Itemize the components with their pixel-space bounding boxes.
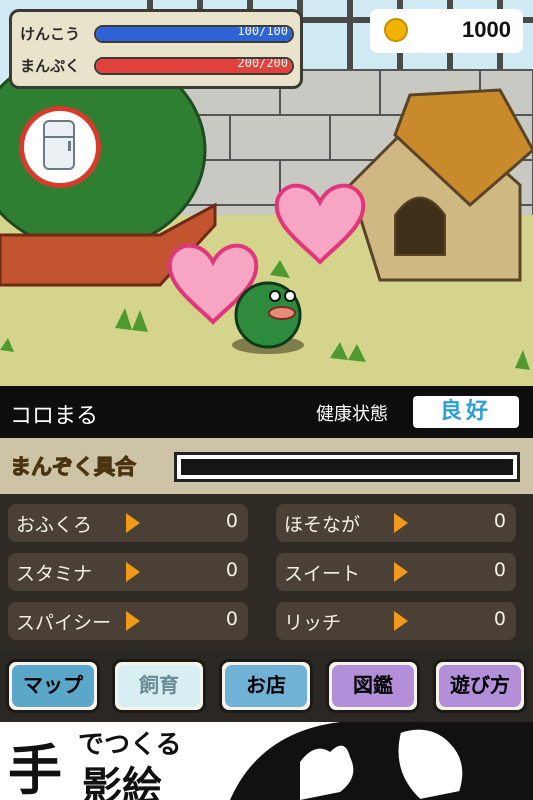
nav-shop-button[interactable]: お店 bbox=[219, 659, 313, 713]
arrow-right-icon bbox=[394, 611, 408, 631]
banner-title-te: 手 bbox=[8, 738, 62, 800]
nav-map-button[interactable]: マップ bbox=[6, 659, 100, 713]
coin-icon bbox=[384, 18, 408, 42]
health-bar: 100/100 bbox=[94, 25, 294, 43]
stat-value: 0 bbox=[225, 608, 238, 630]
arrow-right-icon bbox=[394, 513, 408, 533]
bottom-nav: マップ 飼育 お店 図鑑 遊び方 bbox=[0, 650, 533, 722]
arrow-right-icon bbox=[126, 562, 140, 582]
fullness-label: まんぷく bbox=[20, 56, 81, 75]
nav-howto-button[interactable]: 遊び方 bbox=[433, 659, 527, 713]
stat-label: スパイシー bbox=[16, 612, 112, 634]
stat-value: 0 bbox=[225, 559, 238, 581]
ad-banner[interactable]: 手 でつくる 影絵 bbox=[0, 722, 533, 800]
nav-raise-label: 飼育 bbox=[139, 673, 179, 697]
nav-encyclopedia-label: 図鑑 bbox=[353, 673, 393, 697]
stat-spicy: スパイシー 0 bbox=[8, 602, 248, 640]
health-status-badge: 良好 bbox=[413, 396, 519, 428]
satisfaction-label: まんぞく具合 bbox=[10, 455, 137, 480]
health-value: 100/100 bbox=[237, 25, 288, 38]
stat-value: 0 bbox=[493, 510, 506, 532]
flavor-stats: おふくろ 0 ほそなが 0 スタミナ 0 スイート 0 スパイシー 0 リッチ … bbox=[0, 494, 533, 650]
coin-counter: 1000 bbox=[370, 9, 523, 53]
nav-map-label: マップ bbox=[23, 673, 83, 697]
pet-name: コロまる bbox=[10, 404, 99, 429]
arrow-right-icon bbox=[126, 611, 140, 631]
stat-value: 0 bbox=[493, 559, 506, 581]
coin-amount: 1000 bbox=[462, 17, 511, 42]
health-row: けんこう bbox=[20, 22, 94, 44]
stat-value: 0 bbox=[493, 608, 506, 630]
nav-raise-button[interactable]: 飼育 bbox=[112, 659, 206, 713]
nav-encyclopedia-button[interactable]: 図鑑 bbox=[326, 659, 420, 713]
satisfaction-meter bbox=[174, 452, 520, 482]
fullness-value: 200/200 bbox=[237, 57, 288, 70]
health-status-value: 良好 bbox=[439, 399, 492, 424]
stat-sweet: スイート 0 bbox=[276, 553, 516, 591]
status-panel: けんこう 100/100 まんぷく 200/200 bbox=[9, 9, 303, 89]
arrow-right-icon bbox=[126, 513, 140, 533]
stat-label: スイート bbox=[284, 563, 361, 585]
stat-stamina: スタミナ 0 bbox=[8, 553, 248, 591]
arrow-right-icon bbox=[394, 562, 408, 582]
stat-label: おふくろ bbox=[16, 514, 93, 536]
stat-label: ほそなが bbox=[284, 514, 361, 536]
fullness-bar: 200/200 bbox=[94, 57, 294, 75]
fullness-row: まんぷく bbox=[20, 54, 94, 76]
banner-title-kage: 影絵 bbox=[82, 763, 162, 800]
health-status-label: 健康状態 bbox=[316, 404, 388, 425]
stat-label: スタミナ bbox=[16, 563, 93, 585]
nav-howto-label: 遊び方 bbox=[450, 673, 510, 697]
satisfaction-meter-track bbox=[181, 459, 513, 475]
pet-info-bar: コロまる 健康状態 良好 bbox=[0, 386, 533, 438]
stat-rich: リッチ 0 bbox=[276, 602, 516, 640]
nav-shop-label: お店 bbox=[246, 673, 286, 697]
stat-value: 0 bbox=[225, 510, 238, 532]
health-label: けんこう bbox=[20, 24, 81, 43]
fridge-button[interactable] bbox=[19, 106, 101, 188]
satisfaction-section: まんぞく具合 bbox=[0, 438, 533, 494]
game-scene: けんこう 100/100 まんぷく 200/200 1000 bbox=[0, 0, 533, 386]
fridge-icon bbox=[43, 120, 75, 170]
stat-hosonaga: ほそなが 0 bbox=[276, 504, 516, 542]
stat-ofukuro: おふくろ 0 bbox=[8, 504, 248, 542]
stat-label: リッチ bbox=[284, 612, 342, 634]
